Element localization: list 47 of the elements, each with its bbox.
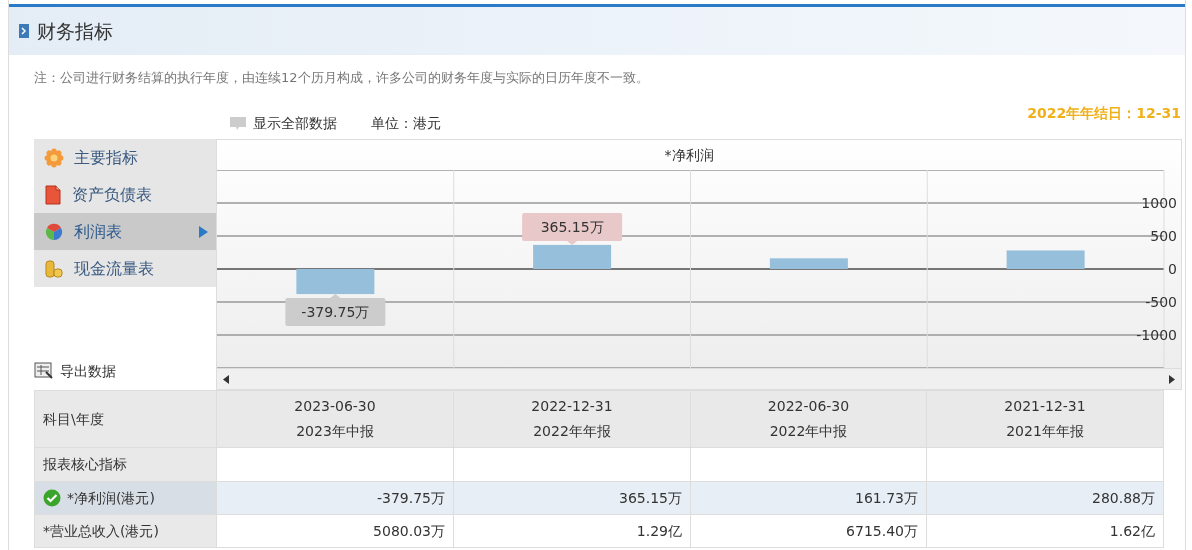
document-icon (44, 184, 62, 205)
nav-item[interactable]: 利润表 (34, 213, 216, 250)
spreadsheet-icon (34, 362, 54, 380)
column-date: 2022-12-31 (531, 397, 613, 416)
fiscal-year-end: 2022年年结日：12-31 (1027, 104, 1181, 123)
pie-ball-icon (44, 221, 64, 242)
note-text: 注：公司进行财务结算的执行年度，由连续12个历月构成，许多公司的财务年度与实际的日历年度不一致。 (34, 70, 649, 85)
row-label-cell: 报表核心指标 (35, 448, 217, 482)
nav-item[interactable]: 资产负债表 (34, 176, 216, 213)
table-row[interactable]: *净利润(港元) -379.75万 365.15万 161.73万 280.88万 (35, 482, 1164, 515)
axis-tick-label: -1000 (1136, 327, 1177, 343)
nav-item[interactable]: 主要指标 (34, 139, 216, 176)
chevron-icon (19, 24, 29, 38)
horizontal-scrollbar[interactable] (217, 368, 1181, 389)
unit-label: 单位：港元 (371, 114, 441, 133)
flower-icon (44, 147, 64, 168)
column-period: 2022年中报 (769, 422, 848, 441)
row-label: *净利润(港元) (67, 488, 155, 508)
arrow-right-icon (199, 225, 208, 238)
axis-tick-label: -500 (1145, 294, 1177, 310)
coins-icon (44, 258, 64, 279)
scroll-right-icon[interactable] (1169, 374, 1175, 384)
table-cell: 5080.03万 (217, 515, 454, 548)
show-all-data-button[interactable]: 显示全部数据 (229, 113, 337, 134)
column-period: 2021年年报 (1006, 422, 1084, 441)
column-period: 2022年年报 (533, 422, 611, 441)
column-date: 2021-12-31 (1004, 397, 1086, 416)
table-cell: 1.62亿 (927, 515, 1164, 548)
column-period: 2023年中报 (296, 422, 374, 441)
nav-item[interactable]: 现金流量表 (34, 250, 216, 287)
value-tooltip: 365.15万 (522, 212, 623, 245)
value-tooltip: -379.75万 (285, 294, 386, 327)
table-cell: 1.29亿 (454, 515, 691, 548)
section-title: 财务指标 (37, 18, 113, 44)
axis-tick-label: 0 (1168, 261, 1177, 277)
table-header-cell: 科目\年度 (35, 391, 217, 448)
scroll-left-icon[interactable] (223, 374, 229, 384)
column-date: 2023-06-30 (294, 397, 376, 416)
chart-title: *净利润 (664, 145, 715, 165)
row-label: *营业总收入(港元) (43, 521, 159, 541)
column-date: 2022-06-30 (767, 397, 850, 416)
axis-tick-label: 500 (1150, 228, 1177, 244)
export-data-button[interactable]: 导出数据 (34, 358, 216, 384)
axis-tick-label: 1000 (1141, 195, 1177, 211)
speech-bubble-icon (229, 116, 247, 131)
table-cell: 6715.40万 (691, 515, 927, 548)
table-row[interactable]: *营业总收入(港元) 5080.03万 1.29亿 6715.40万 1.62亿 (35, 515, 1164, 548)
